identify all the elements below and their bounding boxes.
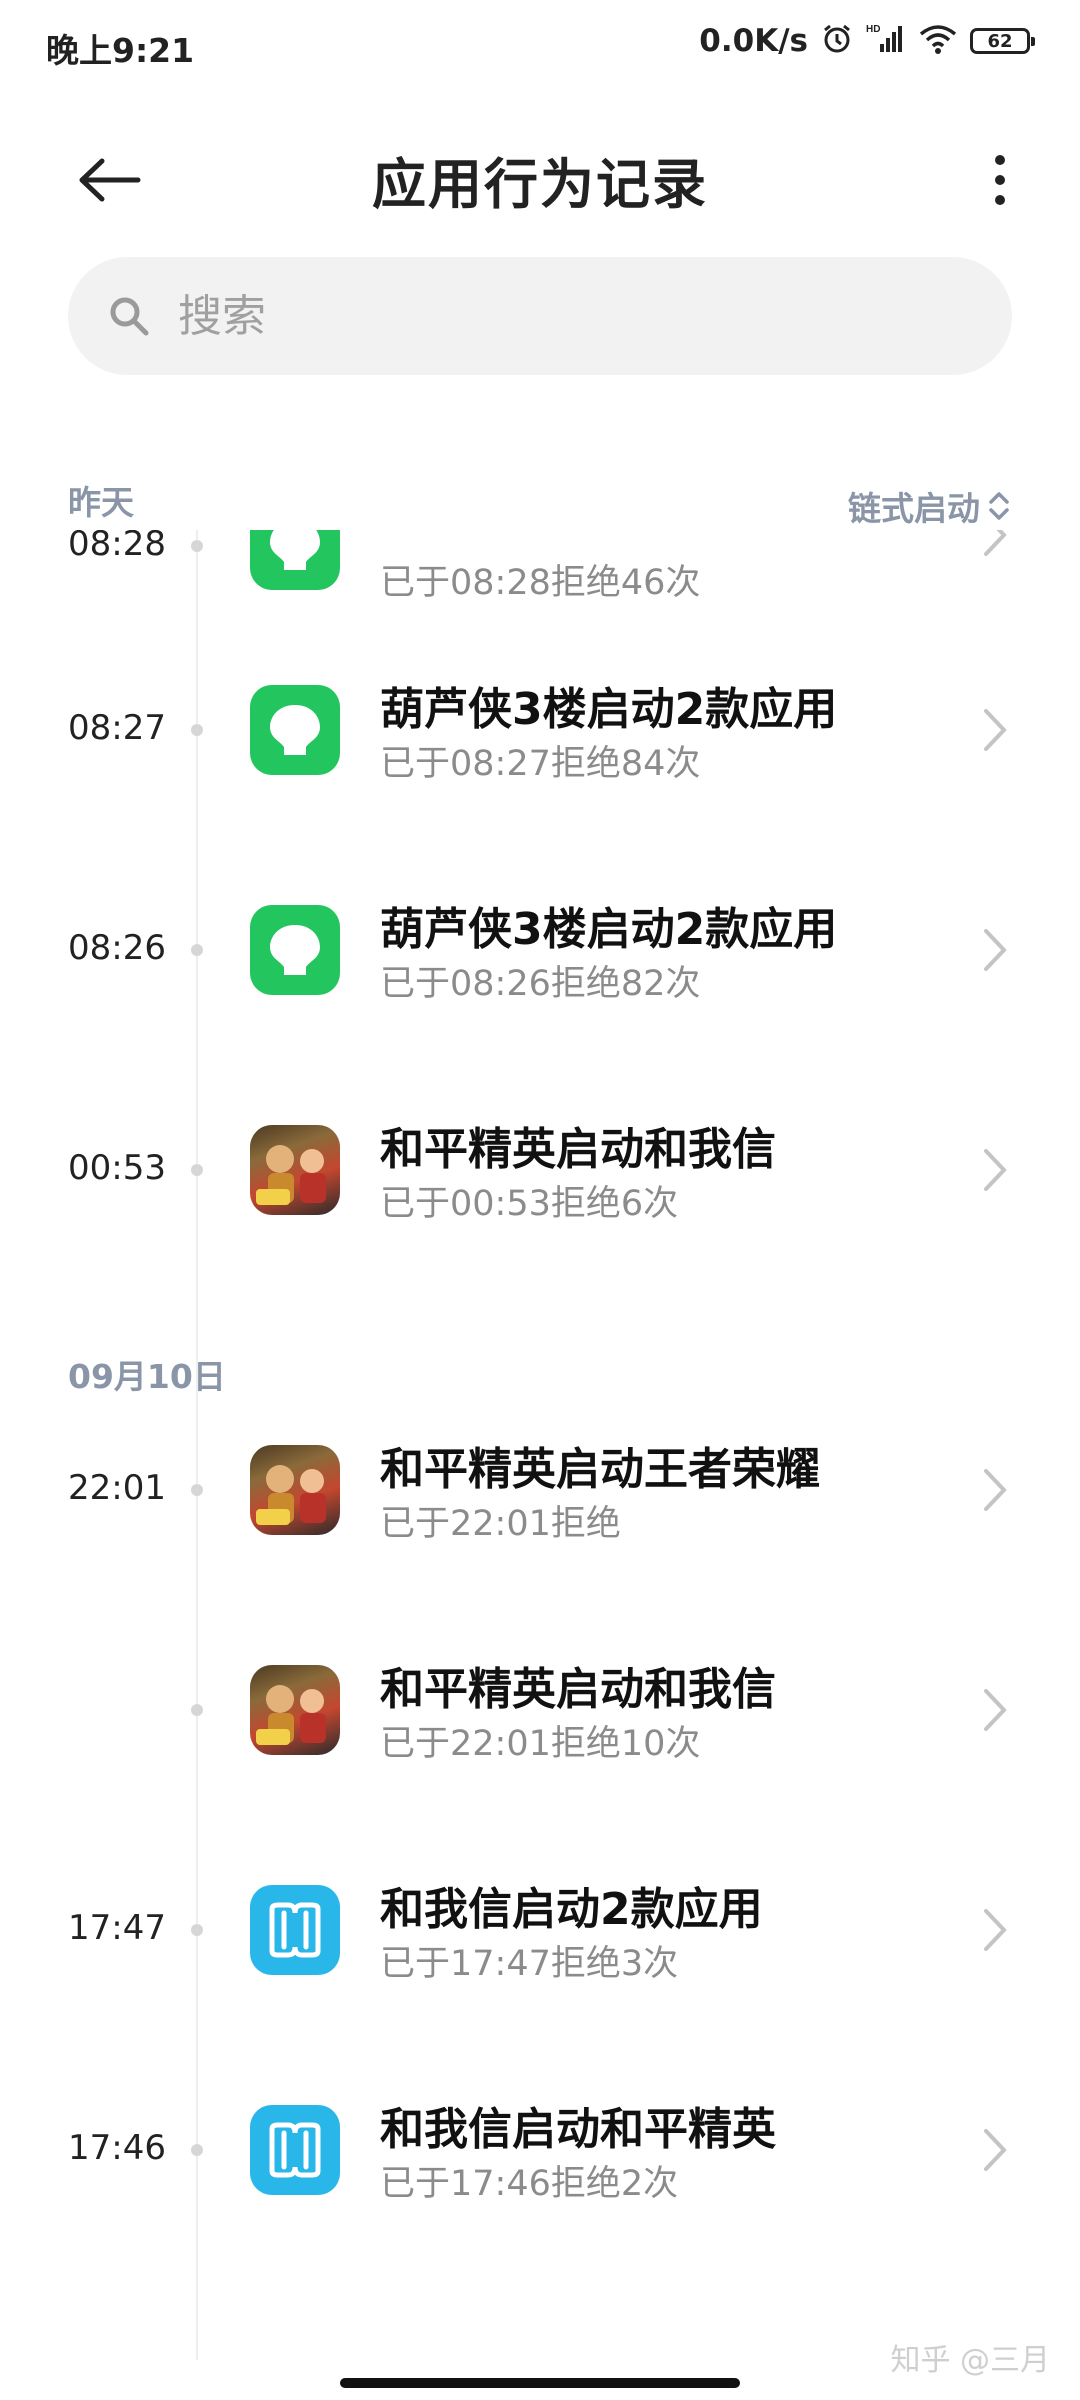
timeline-dot: [191, 1924, 203, 1936]
row-title: 和平精英启动和我信: [380, 1124, 776, 1175]
huluxia-icon: [250, 905, 340, 995]
row-subtitle: 已于00:53拒绝6次: [380, 1184, 679, 1224]
timeline-dot: [191, 944, 203, 956]
row-time: 17:47: [68, 1908, 166, 1948]
timeline-dot: [191, 1484, 203, 1496]
huluxia-icon: [250, 530, 340, 590]
row-subtitle: 已于17:46拒绝2次: [380, 2164, 679, 2204]
chevron-right-icon: [984, 530, 1007, 556]
status-time: 晚上9:21: [46, 31, 195, 70]
list-item[interactable]: 00:53 和平精英启动和我信 已于00:53拒绝6次: [0, 1095, 1080, 1245]
row-title: 葫芦侠3楼启动2款应用: [380, 904, 838, 955]
section-label-yesterday: 昨天: [68, 483, 134, 522]
chevron-right-icon: [984, 1469, 1007, 1511]
timeline-dot: [191, 2144, 203, 2156]
row-time: 22:01: [68, 1468, 166, 1508]
row-title: 和平精英启动王者荣耀: [380, 1444, 820, 1495]
chevron-right-icon: [984, 1689, 1007, 1731]
sort-mode-button[interactable]: 链式启动: [848, 482, 1010, 530]
row-subtitle: 已于08:26拒绝82次: [380, 964, 701, 1004]
row-title: 和平精英启动和我信: [380, 1664, 776, 1715]
list-item[interactable]: 17:47 和我信启动2款应用 已于17:47拒绝3次: [0, 1855, 1080, 2005]
battery-icon: 62: [970, 28, 1035, 54]
row-time: 08:27: [68, 708, 166, 748]
row-title: 和我信启动和平精英: [380, 2104, 776, 2155]
chevron-right-icon: [984, 1149, 1007, 1191]
hewoxin-icon: [250, 2105, 340, 2195]
hewoxin-icon: [250, 1885, 340, 1975]
chevron-right-icon: [984, 1909, 1007, 1951]
sort-updown-icon: [989, 492, 1009, 520]
more-options-button[interactable]: [960, 140, 1040, 220]
cell-signal-icon: HD: [866, 22, 906, 60]
more-vertical-icon: [995, 155, 1005, 205]
wifi-icon: [918, 22, 958, 60]
signal-hd-label: HD: [866, 24, 880, 35]
list-item[interactable]: 08:28 已于08:28拒绝46次: [0, 530, 1080, 603]
list-item[interactable]: 08:26 葫芦侠3楼启动2款应用 已于08:26拒绝82次: [0, 875, 1080, 1025]
row-time: 08:28: [68, 530, 166, 564]
search-input[interactable]: [176, 289, 940, 343]
timeline-dot: [191, 540, 203, 552]
timeline-dot: [191, 1164, 203, 1176]
app-header: 应用行为记录: [0, 110, 1080, 240]
list-item[interactable]: 和平精英启动和我信 已于22:01拒绝10次: [0, 1635, 1080, 1785]
sort-mode-label: 链式启动: [848, 489, 980, 528]
list-item[interactable]: 22:01 和平精英启动王者荣耀 已于22:01拒绝: [0, 1415, 1080, 1565]
page-title: 应用行为记录: [372, 153, 708, 216]
timeline-dot: [191, 1704, 203, 1716]
timeline-dot: [191, 724, 203, 736]
list-item[interactable]: 17:46 和我信启动和平精英 已于17:46拒绝2次: [0, 2075, 1080, 2225]
row-subtitle: 已于08:27拒绝84次: [380, 744, 701, 784]
home-indicator[interactable]: [340, 2378, 740, 2388]
watermark: 知乎 @三月: [890, 2343, 1050, 2378]
chevron-right-icon: [984, 929, 1007, 971]
row-title: 和我信启动2款应用: [380, 1884, 763, 1935]
row-time: 17:46: [68, 2128, 166, 2168]
chevron-right-icon: [984, 709, 1007, 751]
row-time: 08:26: [68, 928, 166, 968]
row-title: 葫芦侠3楼启动2款应用: [380, 684, 838, 735]
search-bar[interactable]: [68, 257, 1012, 375]
list-item[interactable]: 08:27 葫芦侠3楼启动2款应用 已于08:27拒绝84次: [0, 655, 1080, 805]
row-time: 00:53: [68, 1148, 166, 1188]
row-subtitle: 已于17:47拒绝3次: [380, 1944, 679, 1984]
peace-elite-icon: [250, 1445, 340, 1535]
row-subtitle: 已于22:01拒绝: [380, 1504, 621, 1544]
alarm-icon: [820, 22, 854, 60]
row-subtitle: 已于22:01拒绝10次: [380, 1724, 701, 1764]
huluxia-icon: [250, 685, 340, 775]
peace-elite-icon: [250, 1665, 340, 1755]
search-icon: [104, 291, 154, 341]
chevron-right-icon: [984, 2129, 1007, 2171]
peace-elite-icon: [250, 1125, 340, 1215]
record-list[interactable]: 08:28 已于08:28拒绝46次 08:27 葫芦侠3楼启动2款应用 已于0…: [0, 530, 1080, 2400]
net-speed: 0.0K/s: [699, 23, 808, 59]
row-subtitle: 已于08:28拒绝46次: [380, 563, 701, 603]
status-bar: 晚上9:21 0.0K/s HD 62: [0, 0, 1080, 90]
section-label-date: 09月10日: [68, 1357, 226, 1396]
battery-level: 62: [987, 30, 1013, 52]
status-right: 0.0K/s HD 62: [699, 22, 1035, 60]
